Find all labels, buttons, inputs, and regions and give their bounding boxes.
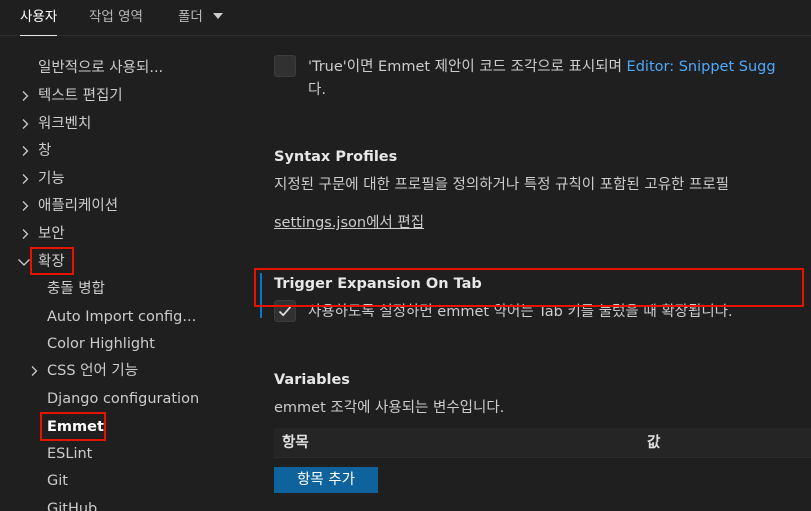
toc-item-label: 워크벤치 [38,116,92,132]
chevron-right-icon[interactable] [18,166,32,192]
toc-item-label: Color Highlight [47,336,155,352]
chevron-down-icon[interactable] [212,13,223,19]
variables-title: Variables [274,372,350,388]
annotation-box-extensions [30,247,74,275]
tab-user-label: 사용자 [20,9,58,25]
editor-snippet-suggestions-link[interactable]: Editor: Snippet Sugg [627,59,776,75]
annotation-box-trigger-expansion [254,268,804,307]
toc-item-label: Auto Import config... [47,309,197,325]
toc-item-label: 텍스트 편집기 [38,88,123,104]
column-header-value: 값 [647,435,661,451]
toc-item-label: Django configuration [47,391,200,407]
chevron-right-icon[interactable] [27,358,41,384]
chevron-right-icon[interactable] [18,138,32,164]
chevron-right-icon[interactable] [18,83,32,109]
toc-item-label: 충돌 병합 [47,281,105,297]
tab-workspace-label: 작업 영역 [89,9,143,25]
variables-table-header: 항목 값 [274,428,811,458]
toc-item-label: 애플리케이션 [38,198,119,214]
variables-description: emmet 조각에 사용되는 변수입니다. [274,400,505,416]
chevron-right-icon[interactable] [18,111,32,137]
snippet-description-line2: 다. [308,82,326,98]
tab-folder[interactable]: 폴더 [168,0,233,36]
toc-item-label: 기능 [38,171,65,187]
toc-item-label: Git [47,473,68,489]
tab-folder-label: 폴더 [178,9,203,25]
column-header-item: 항목 [282,435,309,451]
toc-item-label: CSS 언어 기능 [47,363,139,379]
tab-workspace[interactable]: 작업 영역 [79,0,153,36]
toc-item-label: ESLint [47,446,93,462]
snippet-setting-description: 'True'이면 Emmet 제안이 코드 조각으로 표시되며 Editor: … [308,55,776,76]
snippet-description-text: 'True'이면 Emmet 제안이 코드 조각으로 표시되며 [308,59,622,75]
toc-item-label: 보안 [38,226,65,242]
chevron-down-icon[interactable] [16,249,30,275]
edit-in-settings-json-link[interactable]: settings.json에서 편집 [274,211,424,232]
toc-item-label: 일반적으로 사용되... [38,60,164,76]
toc-item-label: 창 [38,143,52,159]
tab-user[interactable]: 사용자 [10,0,67,36]
settings-toc-tree: 일반적으로 사용되... 텍스트 편집기 워크벤치 창 기능 애플리케이션 보안… [0,47,240,511]
annotation-box-emmet [40,412,106,441]
chevron-right-icon[interactable] [18,221,32,247]
snippet-suggestions-checkbox[interactable] [274,55,296,77]
syntax-profiles-title: Syntax Profiles [274,149,398,165]
settings-scope-tabs: 사용자 작업 영역 폴더 [0,0,811,36]
syntax-profiles-description: 지정된 구문에 대한 프로필을 정의하거나 특정 규칙이 포함된 고유한 프로필 [274,177,730,193]
add-item-button[interactable]: 항목 추가 [274,467,378,493]
chevron-right-icon[interactable] [18,193,32,219]
toc-item-label: GitHub [47,501,98,511]
